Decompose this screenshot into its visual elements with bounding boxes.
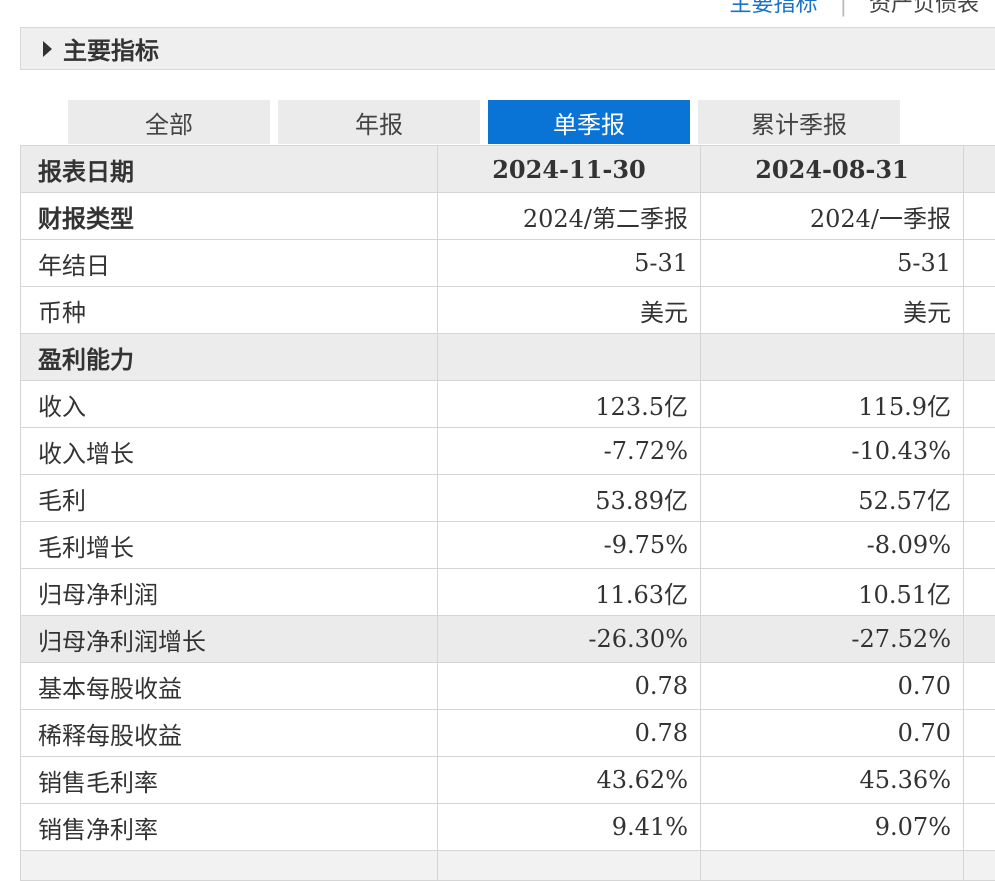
header-date-col2: 2024-08-31 [701, 146, 964, 193]
tab-single-quarter[interactable]: 单季报 [488, 100, 690, 144]
row-value-col3 [964, 428, 995, 475]
row-label [21, 851, 438, 881]
table-row: 收入 123.5亿 115.9亿 [21, 381, 995, 428]
row-value-col1 [438, 851, 701, 881]
row-value-col2: 115.9亿 [701, 381, 964, 428]
row-value-col3 [964, 569, 995, 616]
header-date-col1: 2024-11-30 [438, 146, 701, 193]
row-label: 销售毛利率 [21, 757, 438, 804]
row-value-col2: 9.07% [701, 804, 964, 851]
table-row: 稀释每股收益 0.78 0.70 [21, 710, 995, 757]
row-label: 毛利 [21, 475, 438, 522]
financial-indicators-table: 报表日期 2024-11-30 2024-08-31 财报类型 2024/第二季… [20, 145, 995, 881]
table-row: 归母净利润 11.63亿 10.51亿 [21, 569, 995, 616]
row-label: 基本每股收益 [21, 663, 438, 710]
row-value-col3 [964, 381, 995, 428]
table-row: 收入增长 -7.72% -10.43% [21, 428, 995, 475]
row-value-col3 [964, 851, 995, 881]
table-row: 财报类型 2024/第二季报 2024/一季报 [21, 193, 995, 240]
row-label: 收入增长 [21, 428, 438, 475]
caret-right-icon [43, 41, 52, 57]
top-links: 主要指标 | 资产负债表 [730, 0, 979, 18]
row-value-col3 [964, 522, 995, 569]
tab-all[interactable]: 全部 [68, 100, 270, 144]
table-row: 基本每股收益 0.78 0.70 [21, 663, 995, 710]
table-row: 销售毛利率 43.62% 45.36% [21, 757, 995, 804]
row-label: 币种 [21, 287, 438, 334]
row-value-col1: 123.5亿 [438, 381, 701, 428]
row-value-col1: 2024/第二季报 [438, 193, 701, 240]
row-value-col2: -10.43% [701, 428, 964, 475]
row-value-col3 [964, 616, 995, 663]
row-value-col1: -9.75% [438, 522, 701, 569]
table-row-cutoff [21, 851, 995, 881]
row-value-col2: 5-31 [701, 240, 964, 287]
row-value-col1: 9.41% [438, 804, 701, 851]
row-value-col1: -26.30% [438, 616, 701, 663]
row-value-col1: 美元 [438, 287, 701, 334]
row-value-col3 [964, 757, 995, 804]
tab-cumulative-quarter[interactable]: 累计季报 [698, 100, 900, 144]
row-value-col3 [964, 710, 995, 757]
row-value-col2: 2024/一季报 [701, 193, 964, 240]
row-value-col3 [964, 193, 995, 240]
row-value-col3 [964, 663, 995, 710]
table-header-row: 报表日期 2024-11-30 2024-08-31 [21, 146, 995, 193]
row-value-col3 [964, 804, 995, 851]
row-label: 稀释每股收益 [21, 710, 438, 757]
section-title: 主要指标 [63, 31, 159, 66]
header-col3 [964, 146, 995, 193]
row-value-col1: 43.62% [438, 757, 701, 804]
row-label: 归母净利润增长 [21, 616, 438, 663]
row-value-col3 [964, 475, 995, 522]
table-row: 毛利 53.89亿 52.57亿 [21, 475, 995, 522]
row-value-col1: 11.63亿 [438, 569, 701, 616]
row-value-col2 [701, 851, 964, 881]
row-value-col1: 53.89亿 [438, 475, 701, 522]
table-row: 销售净利率 9.41% 9.07% [21, 804, 995, 851]
row-value-col2: -27.52% [701, 616, 964, 663]
row-value-col1: -7.72% [438, 428, 701, 475]
row-value-col2 [701, 334, 964, 381]
table-row: 毛利增长 -9.75% -8.09% [21, 522, 995, 569]
table-row-highlighted: 归母净利润增长 -26.30% -27.52% [21, 616, 995, 663]
row-value-col1: 0.78 [438, 710, 701, 757]
row-label: 销售净利率 [21, 804, 438, 851]
row-value-col3 [964, 334, 995, 381]
top-link-separator: | [840, 0, 847, 17]
row-value-col2: 45.36% [701, 757, 964, 804]
row-label: 归母净利润 [21, 569, 438, 616]
table-row: 年结日 5-31 5-31 [21, 240, 995, 287]
row-value-col1 [438, 334, 701, 381]
row-value-col3 [964, 240, 995, 287]
row-value-col2: -8.09% [701, 522, 964, 569]
table-group-row: 盈利能力 [21, 334, 995, 381]
row-value-col1: 0.78 [438, 663, 701, 710]
row-label: 毛利增长 [21, 522, 438, 569]
row-value-col2: 52.57亿 [701, 475, 964, 522]
row-value-col2: 10.51亿 [701, 569, 964, 616]
row-value-col3 [964, 287, 995, 334]
row-label: 财报类型 [21, 193, 438, 240]
row-label: 年结日 [21, 240, 438, 287]
top-link-main-indicators[interactable]: 主要指标 [730, 0, 818, 17]
row-value-col1: 5-31 [438, 240, 701, 287]
table-row: 币种 美元 美元 [21, 287, 995, 334]
row-value-col2: 0.70 [701, 710, 964, 757]
row-value-col2: 美元 [701, 287, 964, 334]
group-label: 盈利能力 [21, 334, 438, 381]
top-link-balance-sheet[interactable]: 资产负债表 [869, 0, 979, 17]
header-label: 报表日期 [21, 146, 438, 193]
row-label: 收入 [21, 381, 438, 428]
section-header[interactable]: 主要指标 [20, 27, 995, 70]
row-value-col2: 0.70 [701, 663, 964, 710]
tab-annual[interactable]: 年报 [278, 100, 480, 144]
